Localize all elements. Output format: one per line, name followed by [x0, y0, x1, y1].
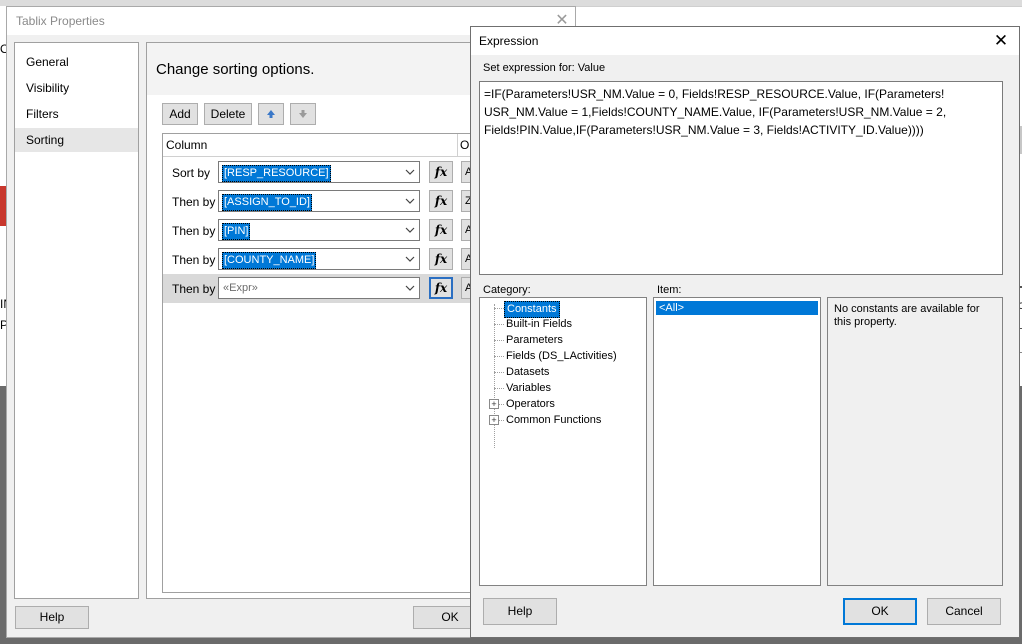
sort-column-value: [RESP_RESOURCE] [222, 165, 331, 182]
fx-button[interactable]: fx [429, 277, 453, 299]
help-button[interactable]: Help [483, 598, 557, 625]
fx-button[interactable]: fx [429, 161, 453, 183]
arrow-down-icon [299, 110, 307, 118]
add-button[interactable]: Add [162, 103, 198, 125]
fx-button[interactable]: fx [429, 248, 453, 270]
tablix-title: Tablix Properties [16, 14, 105, 28]
sort-column-combo[interactable]: [ASSIGN_TO_ID] [218, 190, 420, 212]
sort-column-value: «Expr» [223, 282, 258, 294]
properties-nav: General Visibility Filters Sorting [14, 42, 139, 599]
cancel-button[interactable]: Cancel [927, 598, 1001, 625]
set-expression-label: Set expression for: Value [483, 62, 606, 74]
item-list: <All> [653, 297, 821, 586]
category-label: Category: [483, 284, 531, 296]
fx-button[interactable]: fx [429, 219, 453, 241]
sort-row-label: Then by [172, 195, 216, 209]
category-item-operators[interactable]: Operators [504, 397, 557, 412]
category-item-fields[interactable]: Fields (DS_LActivities) [504, 349, 619, 364]
chevron-down-icon [405, 169, 415, 175]
expression-editor[interactable]: =IF(Parameters!USR_NM.Value = 0, Fields!… [479, 81, 1003, 275]
sort-row-label: Sort by [172, 166, 211, 180]
sort-row-label: Then by [172, 282, 216, 296]
move-up-button[interactable] [258, 103, 284, 125]
expression-titlebar: Expression ✕ [471, 27, 1019, 55]
arrow-up-icon [267, 110, 275, 118]
nav-item-filters[interactable]: Filters [15, 102, 138, 126]
sort-column-combo[interactable]: «Expr» [218, 277, 420, 299]
sort-column-value: [COUNTY_NAME] [222, 252, 317, 269]
sort-column-combo[interactable]: [COUNTY_NAME] [218, 248, 420, 270]
sort-row-label: Then by [172, 253, 216, 267]
ok-button[interactable]: OK [843, 598, 917, 625]
expand-icon[interactable]: + [489, 415, 499, 425]
description-panel: No constants are available for this prop… [827, 297, 1003, 586]
expression-dialog: Expression ✕ Set expression for: Value =… [470, 26, 1020, 638]
category-item-variables[interactable]: Variables [504, 381, 553, 396]
column-divider[interactable] [457, 134, 458, 156]
move-down-button[interactable] [290, 103, 316, 125]
sort-column-value: [ASSIGN_TO_ID] [222, 194, 312, 211]
list-item[interactable]: <All> [656, 301, 818, 315]
fx-button[interactable]: fx [429, 190, 453, 212]
chevron-down-icon [405, 198, 415, 204]
category-item-datasets[interactable]: Datasets [504, 365, 551, 380]
expand-icon[interactable]: + [489, 399, 499, 409]
chevron-down-icon [405, 227, 415, 233]
help-button[interactable]: Help [15, 606, 89, 629]
nav-item-sorting[interactable]: Sorting [15, 128, 138, 152]
category-item-constants[interactable]: Constants [504, 301, 560, 318]
chevron-down-icon [405, 256, 415, 262]
category-item-parameters[interactable]: Parameters [504, 333, 565, 348]
category-item-common-functions[interactable]: Common Functions [504, 413, 603, 428]
category-tree: + + Constants Built-in Fields Parameters… [479, 297, 647, 586]
category-item-built-in-fields[interactable]: Built-in Fields [504, 317, 574, 332]
nav-item-visibility[interactable]: Visibility [15, 76, 138, 100]
nav-item-general[interactable]: General [15, 50, 138, 74]
expression-title: Expression [479, 34, 539, 48]
chevron-down-icon [405, 285, 415, 291]
delete-button[interactable]: Delete [204, 103, 252, 125]
sort-row-label: Then by [172, 224, 216, 238]
sort-column-value: [PIN] [222, 223, 251, 240]
sort-column-combo[interactable]: [PIN] [218, 219, 420, 241]
page-title: Change sorting options. [156, 61, 315, 78]
sort-column-combo[interactable]: [RESP_RESOURCE] [218, 161, 420, 183]
column-header: Column [166, 138, 208, 152]
close-icon[interactable]: ✕ [990, 30, 1012, 52]
item-label: Item: [657, 284, 682, 296]
